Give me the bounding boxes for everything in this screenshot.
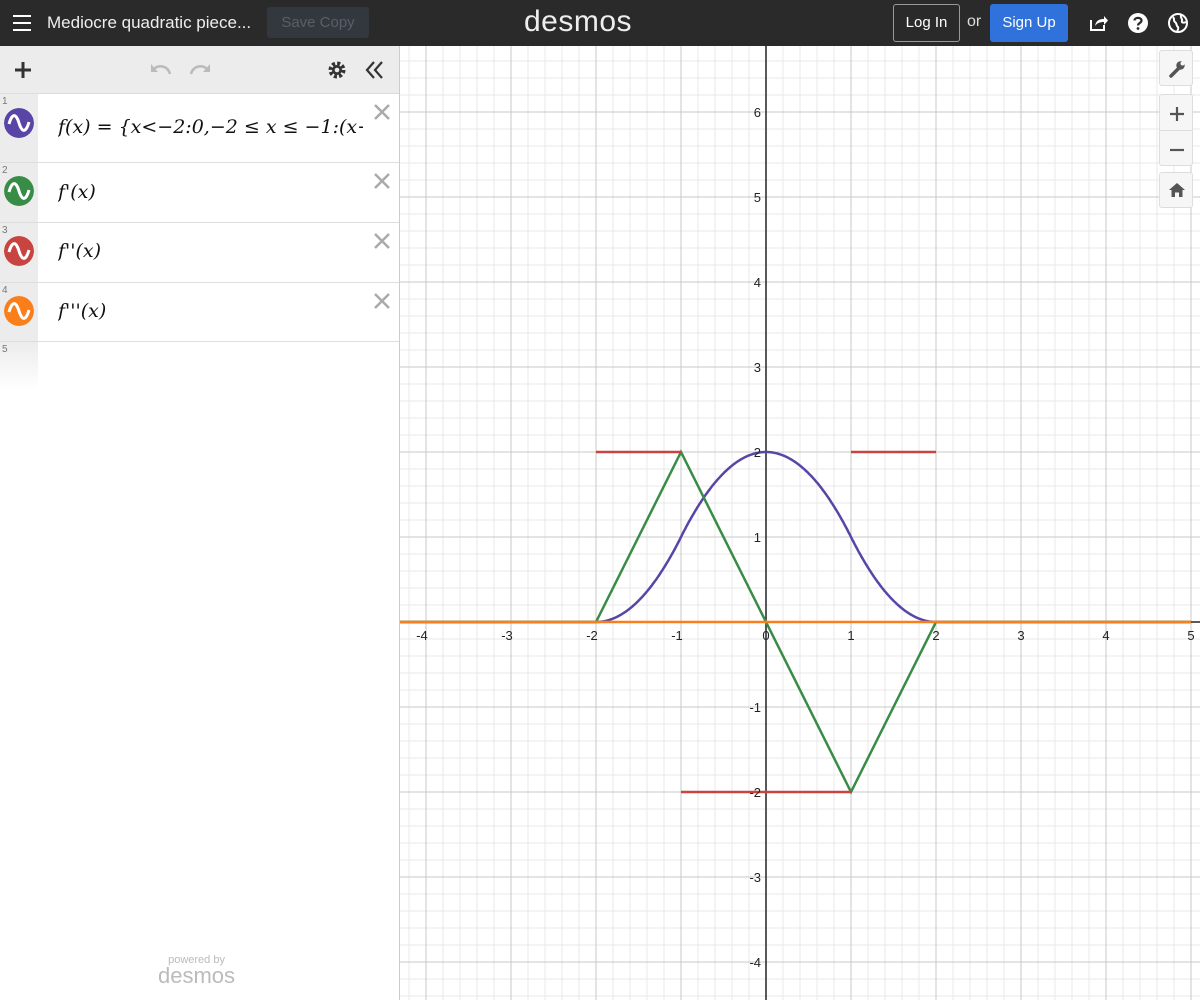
expression-input[interactable]: f'(x) xyxy=(58,181,363,203)
expression-number: 3 xyxy=(2,225,8,236)
expression-input[interactable]: f''(x) xyxy=(58,240,363,262)
home-icon xyxy=(1169,183,1185,197)
settings-gear-icon[interactable] xyxy=(327,60,347,80)
desmos-logo: desmos xyxy=(524,5,633,38)
zoom-out-icon[interactable] xyxy=(1170,143,1184,157)
x-tick-label: 4 xyxy=(1102,628,1109,643)
y-tick-label: 6 xyxy=(754,105,761,120)
signup-button[interactable]: Sign Up xyxy=(990,4,1068,42)
delete-expression-icon[interactable] xyxy=(373,292,391,310)
expression-gutter: 5 xyxy=(0,342,38,390)
y-tick-label: -3 xyxy=(749,870,761,885)
globe-icon[interactable] xyxy=(1167,12,1189,34)
graph-title[interactable]: Mediocre quadratic piece... xyxy=(47,13,251,33)
y-tick-label: 5 xyxy=(754,190,761,205)
graph-color-icon[interactable] xyxy=(4,296,34,326)
add-item-icon[interactable] xyxy=(13,60,33,80)
x-tick-label: 5 xyxy=(1187,628,1194,643)
login-button[interactable]: Log In xyxy=(893,4,960,42)
y-tick-label: -1 xyxy=(749,700,761,715)
y-tick-label: -2 xyxy=(749,785,761,800)
expression-input[interactable]: f(x) = {x<−2:0,−2 ≤ x ≤ −1:(x+ xyxy=(58,116,363,138)
empty-expression-row[interactable]: 5 xyxy=(0,342,399,390)
x-tick-label: 1 xyxy=(847,628,854,643)
powered-by-logo: desmos xyxy=(158,963,236,988)
graph-settings-button[interactable] xyxy=(1159,50,1193,86)
graph-color-icon[interactable] xyxy=(4,236,34,266)
delete-expression-icon[interactable] xyxy=(373,172,391,190)
expression-row[interactable]: 2 f'(x) xyxy=(0,163,399,223)
zoom-controls xyxy=(1159,94,1193,166)
expression-toolbar xyxy=(0,46,399,94)
x-tick-label: 2 xyxy=(932,628,939,643)
expression-row[interactable]: 1 f(x) = {x<−2:0,−2 ≤ x ≤ −1:(x+ xyxy=(0,94,399,163)
expression-number: 4 xyxy=(2,285,8,296)
expression-number: 5 xyxy=(2,344,8,355)
y-tick-label: 1 xyxy=(754,530,761,545)
x-tick-label: -2 xyxy=(586,628,598,643)
redo-icon[interactable] xyxy=(188,60,212,78)
y-tick-label: -4 xyxy=(749,955,761,970)
or-text: or xyxy=(967,13,982,30)
graph-paper[interactable]: -4 -3 -2 -1 0 1 2 3 4 5 -4 -3 -2 -1 1 2 3 4 5 6 xyxy=(400,46,1200,1000)
x-tick-label: 3 xyxy=(1017,628,1024,643)
x-tick-label: -1 xyxy=(671,628,683,643)
expression-gutter: 2 xyxy=(0,163,38,222)
x-tick-label: -4 xyxy=(416,628,428,643)
graph-color-icon[interactable] xyxy=(4,108,34,138)
delete-expression-icon[interactable] xyxy=(373,232,391,250)
x-tick-label: -3 xyxy=(501,628,513,643)
expression-row[interactable]: 4 f'''(x) xyxy=(0,283,399,342)
expression-number: 1 xyxy=(2,96,8,107)
default-viewport-button[interactable] xyxy=(1159,172,1193,208)
undo-icon[interactable] xyxy=(149,60,173,78)
collapse-panel-icon[interactable] xyxy=(364,60,386,80)
y-tick-label: 3 xyxy=(754,360,761,375)
expression-number: 2 xyxy=(2,165,8,176)
wrench-icon xyxy=(1169,61,1185,78)
menu-icon[interactable] xyxy=(13,15,31,31)
top-bar: Mediocre quadratic piece... Save Copy de… xyxy=(0,0,1200,46)
minor-gridlines xyxy=(400,46,1200,1000)
zoom-in-icon[interactable] xyxy=(1170,107,1184,121)
x-tick-label: 0 xyxy=(762,628,769,643)
expression-gutter: 3 xyxy=(0,223,38,282)
graph-color-icon[interactable] xyxy=(4,176,34,206)
y-tick-label: 2 xyxy=(754,445,761,460)
expression-panel: 1 f(x) = {x<−2:0,−2 ≤ x ≤ −1:(x+ 2 f'(x)… xyxy=(0,46,400,1000)
save-copy-button[interactable]: Save Copy xyxy=(267,7,369,38)
expression-row[interactable]: 3 f''(x) xyxy=(0,223,399,283)
expression-gutter: 4 xyxy=(0,283,38,341)
powered-by-desmos[interactable]: powered by desmos xyxy=(158,954,236,988)
expression-gutter: 1 xyxy=(0,94,38,162)
help-icon[interactable] xyxy=(1127,12,1149,34)
share-icon[interactable] xyxy=(1087,12,1109,34)
delete-expression-icon[interactable] xyxy=(373,103,391,121)
expression-input[interactable]: f'''(x) xyxy=(58,300,363,322)
y-tick-label: 4 xyxy=(754,275,761,290)
